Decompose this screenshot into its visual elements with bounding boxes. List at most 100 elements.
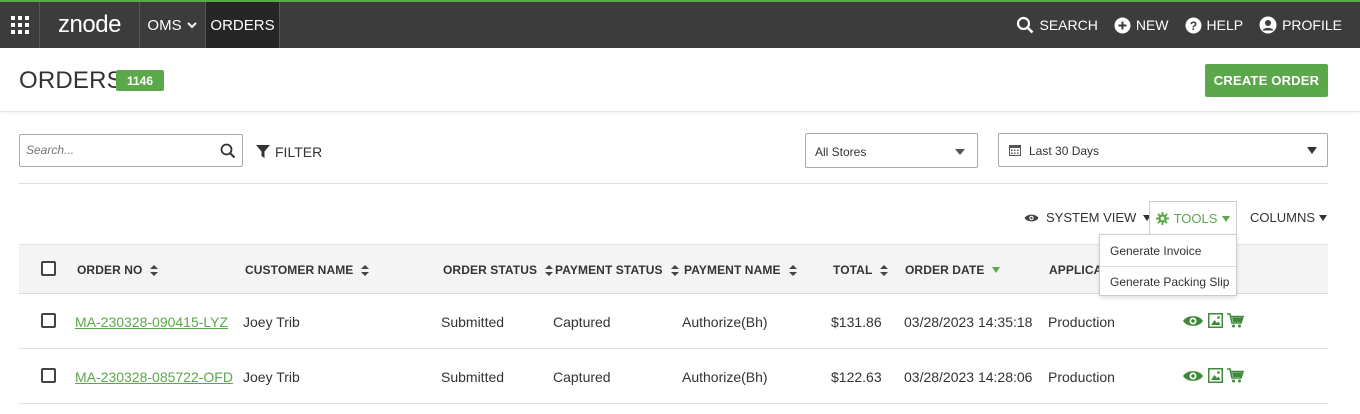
column-header-order-no[interactable]: ORDER NO	[77, 263, 159, 277]
row-actions	[1182, 313, 1244, 328]
sort-icon	[788, 264, 797, 276]
grid-icon	[10, 16, 29, 34]
caret-down-icon	[1307, 147, 1317, 154]
divider	[19, 183, 1328, 184]
row-checkbox[interactable]	[41, 368, 56, 383]
chevron-down-icon	[186, 22, 197, 29]
nav-oms-menu[interactable]: OMS	[140, 2, 206, 48]
payment-name-cell: Authorize(Bh)	[682, 369, 768, 385]
system-view-label: SYSTEM VIEW	[1046, 210, 1137, 225]
row-checkbox[interactable]	[41, 313, 56, 328]
order-no-link[interactable]: MA-230328-085722-OFD	[75, 369, 233, 385]
image-icon[interactable]	[1208, 313, 1223, 328]
columns-label: COLUMNS	[1250, 210, 1316, 225]
filter-label: FILTER	[275, 144, 323, 160]
search-input[interactable]	[26, 143, 216, 157]
column-header-label: PAYMENT STATUS	[555, 263, 663, 277]
nav-oms-label: OMS	[147, 16, 182, 34]
column-header-payment-name[interactable]: PAYMENT NAME	[684, 263, 797, 277]
column-header-payment-status[interactable]: PAYMENT STATUS	[555, 263, 679, 277]
sort-icon	[670, 264, 679, 276]
calendar-icon	[1009, 145, 1021, 156]
search-box	[19, 134, 243, 167]
search-icon	[1017, 16, 1034, 34]
column-header-label: CUSTOMER NAME	[245, 263, 354, 277]
image-icon[interactable]	[1208, 368, 1223, 383]
sort-desc-icon	[992, 267, 1001, 273]
nav-search-link[interactable]: SEARCH	[1016, 16, 1098, 34]
tools-label: TOOLS	[1173, 211, 1218, 226]
order-status-cell: Submitted	[441, 369, 505, 385]
total-cell: $122.63	[831, 369, 882, 385]
order-no-cell: MA-230328-085722-OFD	[75, 369, 233, 385]
customer-name-cell: Joey Trib	[243, 369, 300, 385]
column-header-order-date[interactable]: ORDER DATE	[905, 263, 1001, 277]
nav-new-label: NEW	[1135, 17, 1169, 33]
question-circle-icon: ?	[1185, 17, 1202, 33]
order-count-badge: 1146	[116, 70, 164, 91]
column-header-label: ORDER DATE	[905, 263, 985, 277]
nav-profile-link[interactable]: PROFILE	[1259, 16, 1342, 34]
app-grid-button[interactable]	[0, 2, 40, 48]
cart-icon[interactable]	[1227, 368, 1244, 383]
sort-icon	[880, 264, 889, 276]
table-row: MA-230328-090415-LYZ Joey Trib Submitted…	[19, 294, 1328, 349]
select-all-checkbox[interactable]	[41, 261, 56, 276]
generate-packing-slip-menu-item[interactable]: Generate Packing Slip	[1100, 266, 1236, 297]
sort-icon	[361, 264, 370, 276]
customer-name-cell: Joey Trib	[243, 314, 300, 330]
funnel-icon	[256, 145, 270, 158]
column-header-total[interactable]: TOTAL	[833, 263, 889, 277]
order-status-cell: Submitted	[441, 314, 505, 330]
nav-help-label: HELP	[1206, 17, 1244, 33]
gear-icon	[1155, 212, 1169, 225]
user-circle-icon	[1259, 16, 1277, 34]
nav-new-link[interactable]: NEW	[1114, 17, 1169, 34]
application-cell: Production	[1048, 314, 1115, 330]
store-select[interactable]: All Stores	[805, 133, 978, 168]
caret-down-icon	[1319, 214, 1328, 221]
plus-circle-icon	[1114, 17, 1131, 33]
eye-icon[interactable]	[1182, 369, 1204, 383]
row-actions	[1182, 368, 1244, 383]
date-range-select[interactable]: Last 30 Days	[998, 133, 1328, 167]
svg-text:?: ?	[1189, 19, 1196, 33]
total-cell: $131.86	[831, 314, 882, 330]
caret-down-icon	[955, 149, 965, 155]
page-title: ORDERS	[19, 67, 123, 94]
cart-icon[interactable]	[1227, 313, 1244, 328]
column-header-order-status[interactable]: ORDER STATUS	[443, 263, 554, 277]
column-header-label: ORDER STATUS	[443, 263, 538, 277]
payment-status-cell: Captured	[553, 314, 611, 330]
column-header-label: ORDER NO	[77, 263, 143, 277]
nav-profile-label: PROFILE	[1282, 17, 1342, 33]
nav-right-links: SEARCH NEW ? HELP PROFILE	[1016, 2, 1342, 48]
store-select-value: All Stores	[815, 145, 867, 159]
sort-icon	[545, 264, 554, 276]
znode-logo[interactable]: znode	[40, 2, 140, 48]
system-view-dropdown[interactable]: SYSTEM VIEW	[1024, 210, 1152, 225]
date-range-value: Last 30 Days	[1029, 144, 1100, 158]
nav-help-link[interactable]: ? HELP	[1185, 17, 1244, 34]
generate-invoice-menu-item[interactable]: Generate Invoice	[1100, 235, 1236, 266]
nav-orders-tab[interactable]: ORDERS	[206, 2, 280, 48]
payment-name-cell: Authorize(Bh)	[682, 314, 768, 330]
order-no-link[interactable]: MA-230328-090415-LYZ	[75, 314, 228, 330]
create-order-button[interactable]: CREATE ORDER	[1205, 64, 1328, 97]
search-icon[interactable]	[220, 143, 236, 159]
tools-dropdown[interactable]: TOOLS	[1149, 201, 1237, 235]
eye-icon[interactable]	[1182, 314, 1204, 328]
sort-icon	[150, 264, 159, 276]
eye-icon	[1024, 214, 1039, 221]
filter-button[interactable]: FILTER	[256, 144, 322, 160]
column-header-customer-name[interactable]: CUSTOMER NAME	[245, 263, 370, 277]
top-navigation-bar: znode OMS ORDERS SEARCH NEW ? HELP PROFI…	[0, 0, 1360, 48]
table-row: MA-230328-085722-OFD Joey Trib Submitted…	[19, 349, 1328, 404]
nav-search-label: SEARCH	[1039, 17, 1098, 33]
order-date-cell: 03/28/2023 14:35:18	[904, 314, 1033, 330]
page-header: ORDERS 1146 CREATE ORDER	[0, 48, 1360, 112]
order-no-cell: MA-230328-090415-LYZ	[75, 314, 228, 330]
application-cell: Production	[1048, 369, 1115, 385]
columns-dropdown[interactable]: COLUMNS	[1250, 210, 1328, 225]
column-header-label: TOTAL	[833, 263, 873, 277]
